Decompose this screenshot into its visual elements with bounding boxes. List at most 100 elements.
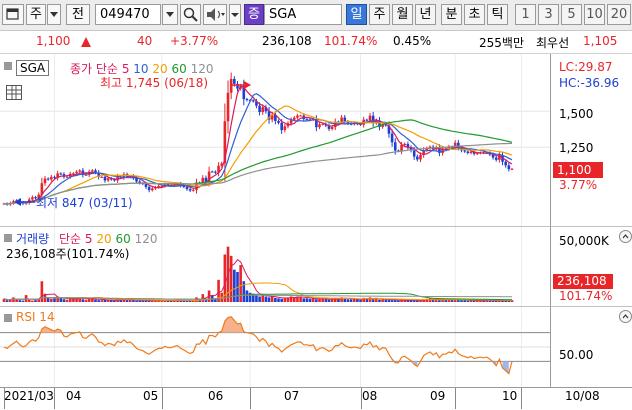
candle-body bbox=[78, 170, 82, 172]
interval-10[interactable]: 10 bbox=[584, 4, 605, 25]
volume-bar bbox=[397, 300, 400, 302]
volume-bar bbox=[5, 300, 9, 302]
rsi-collapse-icon[interactable] bbox=[619, 310, 632, 323]
table-grid-icon[interactable] bbox=[6, 85, 22, 100]
candle-body bbox=[507, 165, 511, 170]
candle-body bbox=[340, 117, 343, 122]
volume-bar bbox=[100, 300, 104, 302]
volume-bar bbox=[138, 300, 141, 302]
period-second[interactable]: 초 bbox=[464, 4, 485, 25]
candle-body bbox=[296, 115, 299, 118]
period-tick[interactable]: 틱 bbox=[487, 4, 508, 25]
rsi-chart-panel[interactable]: RSI 14 bbox=[0, 307, 550, 388]
chart-marker-icon bbox=[4, 62, 12, 70]
candle-body bbox=[100, 176, 104, 178]
interval-1[interactable]: 1 bbox=[515, 4, 536, 25]
axis-50: 50.00 bbox=[559, 348, 594, 362]
current-pct-label: 3.77% bbox=[559, 178, 598, 192]
change-amount: 40 bbox=[137, 34, 153, 48]
volume-bar bbox=[264, 296, 268, 302]
volume-bar bbox=[255, 295, 258, 302]
search-icon[interactable] bbox=[180, 4, 201, 25]
volume-collapse-icon[interactable] bbox=[619, 230, 632, 243]
volume-bar bbox=[27, 299, 31, 302]
type-dropdown-arrow-icon[interactable] bbox=[47, 4, 61, 25]
rsi-marker-icon bbox=[4, 314, 12, 322]
candle-body bbox=[258, 105, 261, 113]
interval-3[interactable]: 3 bbox=[538, 4, 559, 25]
interval-20[interactable]: 20 bbox=[607, 4, 631, 25]
period-week[interactable]: 주 bbox=[369, 4, 390, 25]
volume-bar bbox=[412, 300, 416, 302]
best-ask-value: 1,105 bbox=[583, 34, 618, 48]
candle-body bbox=[53, 176, 56, 178]
volume-bar bbox=[12, 297, 15, 302]
volume-chart-panel[interactable]: 거래량 단순 5 20 60 120 236,108주(101.74%) bbox=[0, 227, 550, 307]
volume-bar bbox=[40, 281, 44, 302]
interval-5[interactable]: 5 bbox=[561, 4, 582, 25]
volume-bar bbox=[472, 300, 476, 302]
candle-body bbox=[245, 99, 249, 101]
period-month[interactable]: 월 bbox=[392, 4, 413, 25]
volume-bar bbox=[245, 290, 249, 302]
sound-dropdown-arrow-icon[interactable] bbox=[229, 4, 241, 25]
volume-bar bbox=[46, 297, 50, 302]
volume-bar bbox=[460, 300, 463, 302]
volume-bar bbox=[482, 300, 485, 302]
volume-info: 236,108주(101.74%) bbox=[6, 247, 130, 261]
candle-body bbox=[210, 171, 214, 173]
x-axis-tick bbox=[54, 388, 55, 409]
candle-body bbox=[214, 171, 217, 173]
candle-body bbox=[416, 156, 419, 160]
type-select[interactable]: 주 bbox=[26, 4, 46, 25]
x-axis-tick bbox=[250, 388, 251, 409]
ma20-line bbox=[3, 105, 513, 205]
volume-bar bbox=[330, 299, 334, 302]
quote-info-bar: 1,100 40 +3.77% 236,108 101.74% 0.45% 25… bbox=[0, 31, 632, 54]
low-annotation: 최저 847 (03/11) bbox=[36, 196, 133, 210]
candle-body bbox=[46, 178, 50, 180]
up-triangle-icon bbox=[80, 36, 92, 51]
volume-bar bbox=[34, 300, 37, 302]
low-arrow-icon bbox=[14, 196, 36, 210]
code-dropdown-arrow-icon[interactable] bbox=[162, 4, 178, 25]
volume-bar bbox=[280, 298, 283, 302]
candle-body bbox=[365, 119, 369, 121]
window-menu-icon[interactable] bbox=[2, 4, 24, 25]
x-axis-ticks bbox=[0, 388, 550, 410]
volume-bar bbox=[274, 297, 277, 302]
ma5-line bbox=[3, 85, 513, 205]
price-chart-panel[interactable]: SGA 종가 단순 5 10 20 60 120 최고 1,745 (06/18… bbox=[0, 54, 550, 227]
current-volume-tag: 236,108 bbox=[553, 274, 613, 289]
volume-bar bbox=[9, 299, 12, 302]
period-day[interactable]: 일 bbox=[346, 4, 367, 25]
prev-button[interactable]: 전 bbox=[66, 4, 90, 25]
code-input[interactable]: 049470 bbox=[95, 4, 161, 25]
axis-50000k: 50,000K bbox=[559, 234, 609, 248]
volume-bar bbox=[375, 298, 378, 302]
axis-1250: 1,250 bbox=[559, 141, 594, 155]
volume-bar bbox=[229, 255, 233, 302]
volume-bar bbox=[31, 300, 34, 302]
ma60-line bbox=[3, 119, 513, 205]
volume-marker-icon bbox=[4, 234, 12, 242]
high-annotation: 최고 1,745 (06/18) bbox=[100, 76, 209, 90]
volume-pct-label: 101.74% bbox=[559, 289, 613, 303]
current-price-tag: 1,100 bbox=[553, 162, 603, 178]
candle-body bbox=[43, 178, 47, 184]
candle-body bbox=[106, 178, 110, 181]
lc-label: LC:29.87 bbox=[559, 60, 613, 74]
period-year[interactable]: 년 bbox=[415, 4, 436, 25]
volume-bar bbox=[59, 298, 63, 302]
candle-body bbox=[475, 153, 479, 155]
rsi-title: RSI 14 bbox=[16, 310, 55, 324]
volume-bar bbox=[87, 298, 91, 302]
candle-body bbox=[283, 126, 287, 131]
rsi-chart-canvas[interactable] bbox=[0, 307, 550, 387]
volume-bar bbox=[356, 299, 359, 302]
volume-bar bbox=[258, 296, 261, 302]
sound-icon[interactable] bbox=[203, 4, 227, 25]
period-minute[interactable]: 분 bbox=[441, 4, 462, 25]
rsi-oversold-fill bbox=[502, 361, 509, 374]
volume-title: 거래량 bbox=[16, 232, 50, 246]
